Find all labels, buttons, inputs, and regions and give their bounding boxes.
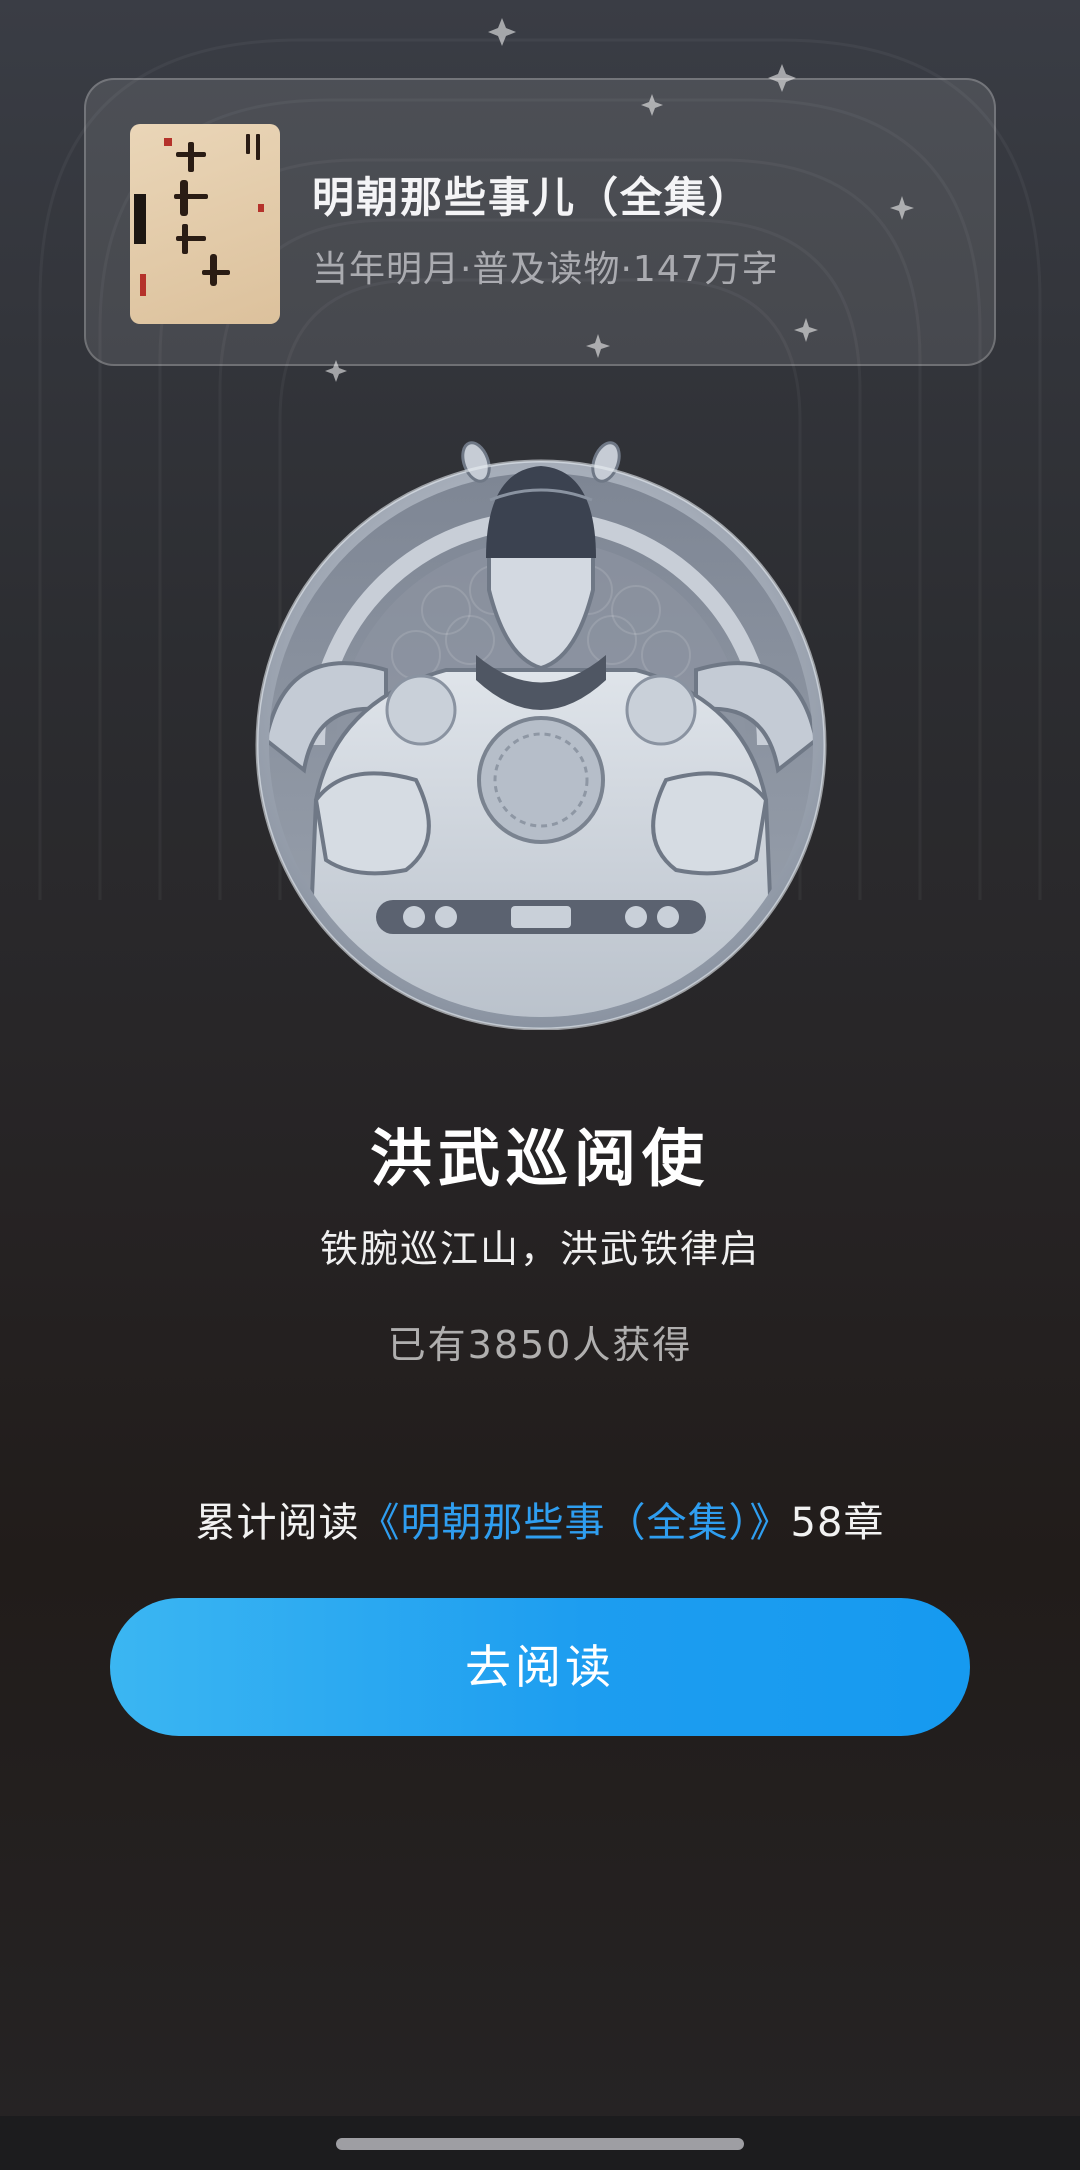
earned-count: 已有3850人获得 (387, 1323, 693, 1367)
home-indicator[interactable] (336, 2138, 744, 2150)
ming-emperor-medal-icon (255, 441, 827, 1030)
book-card[interactable]: 明朝那些事儿（全集） 当年明月·普及读物·147万字 (84, 78, 996, 366)
reading-progress-prefix: 累计阅读 (195, 1500, 360, 1546)
book-meta: 当年明月·普及读物·147万字 (312, 249, 779, 290)
medal-description: 铁腕巡江山，洪武铁律启 (319, 1227, 760, 1271)
book-title: 明朝那些事儿（全集） (312, 173, 753, 222)
book-link[interactable]: 《明朝那些事（全集）》 (360, 1500, 791, 1546)
medal-title: 洪武巡阅使 (369, 1122, 710, 1195)
go-read-button[interactable]: 去阅读 (110, 1598, 970, 1736)
book-cover-image (130, 124, 280, 324)
reading-progress-suffix: 58章 (790, 1500, 885, 1546)
reading-progress: 累计阅读《明朝那些事（全集）》58章 (0, 1490, 1080, 1548)
sparkle-icon (488, 18, 516, 46)
